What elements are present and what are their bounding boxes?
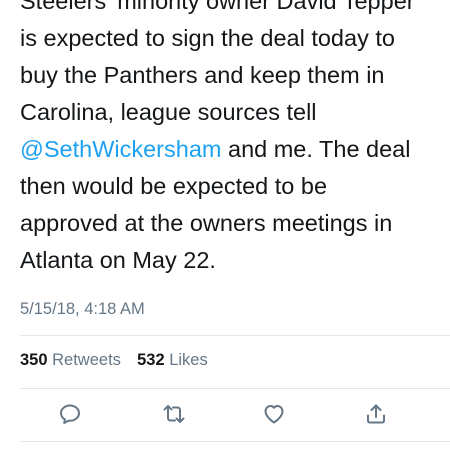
mention-link[interactable]: @SethWickersham — [20, 136, 221, 162]
tweet-text-line: then would be expected to be — [20, 173, 328, 199]
engagement-stats: 350 Retweets 532 Likes — [20, 351, 208, 370]
tweet-text: Steelers' minority owner David Tepper is… — [20, 0, 445, 279]
retweet-button[interactable] — [160, 400, 188, 428]
tweet-text-line: buy the Panthers and keep them in — [20, 62, 385, 88]
share-button[interactable] — [362, 400, 390, 428]
retweet-icon — [163, 405, 185, 423]
tweet-text-line: Carolina, league sources tell — [20, 99, 317, 125]
tweet-text-line: Steelers' minority owner David Tepper — [20, 0, 415, 14]
tweet-text-line: @SethWickersham and me. The deal — [20, 131, 445, 168]
tweet-text-line: is expected to sign the deal today to — [20, 25, 395, 51]
retweets-count: 350 — [20, 351, 48, 369]
tweet-text-line: approved at the owners meetings in — [20, 210, 393, 236]
tweet-text-line: Atlanta on May 22. — [20, 247, 216, 273]
retweets-label: Retweets — [52, 351, 121, 369]
divider — [20, 335, 450, 336]
like-button[interactable] — [260, 400, 288, 428]
retweets-stat[interactable]: 350 Retweets — [20, 351, 126, 369]
likes-stat[interactable]: 532 Likes — [137, 351, 208, 369]
share-icon — [367, 404, 385, 424]
likes-count: 532 — [137, 351, 165, 369]
divider — [20, 388, 450, 389]
reply-button[interactable] — [56, 400, 84, 428]
tweet-actions — [0, 400, 450, 428]
likes-label: Likes — [169, 351, 208, 369]
divider — [20, 441, 450, 442]
heart-icon — [264, 405, 284, 424]
tweet-text-fragment: and me. The deal — [221, 136, 411, 162]
reply-icon — [60, 404, 80, 424]
tweet-timestamp[interactable]: 5/15/18, 4:18 AM — [20, 300, 145, 319]
